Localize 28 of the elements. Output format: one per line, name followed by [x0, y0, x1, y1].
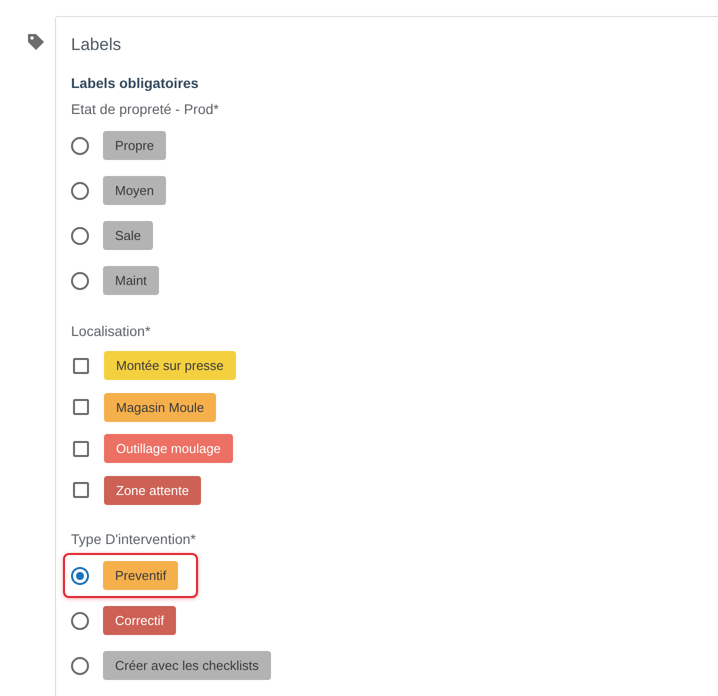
- radio-button[interactable]: [71, 182, 89, 200]
- checkbox[interactable]: [73, 399, 89, 416]
- label-tag[interactable]: Sale: [103, 221, 154, 250]
- group-label: Localisation*: [71, 323, 152, 339]
- tag-icon: [26, 32, 46, 52]
- label-tag[interactable]: Créer avec les checklists: [103, 651, 271, 680]
- panel-title: Labels: [71, 35, 122, 55]
- label-tag[interactable]: Propre: [103, 131, 166, 160]
- label-tag[interactable]: Maint: [103, 266, 159, 295]
- radio-button[interactable]: [71, 612, 89, 630]
- radio-button[interactable]: [71, 226, 89, 244]
- label-tag[interactable]: Correctif: [103, 606, 176, 635]
- radio-button[interactable]: [71, 566, 89, 584]
- label-tag[interactable]: Moyen: [103, 176, 166, 205]
- label-tag[interactable]: Magasin Moule: [104, 392, 216, 422]
- radio-button[interactable]: [71, 272, 89, 290]
- checkbox[interactable]: [73, 358, 89, 374]
- group-label: Type D'intervention*: [71, 531, 197, 547]
- section-heading: Labels obligatoires: [71, 75, 200, 91]
- group-label: Etat de propreté - Prod*: [71, 101, 220, 117]
- radio-button[interactable]: [71, 656, 89, 674]
- radio-button[interactable]: [71, 136, 89, 154]
- label-tag[interactable]: Zone attente: [104, 476, 201, 505]
- checkbox[interactable]: [73, 482, 89, 498]
- label-tag[interactable]: Montée sur presse: [104, 351, 236, 380]
- checkbox[interactable]: [73, 440, 89, 457]
- label-tag[interactable]: Preventif: [103, 561, 178, 590]
- label-tag[interactable]: Outillage moulage: [104, 434, 233, 464]
